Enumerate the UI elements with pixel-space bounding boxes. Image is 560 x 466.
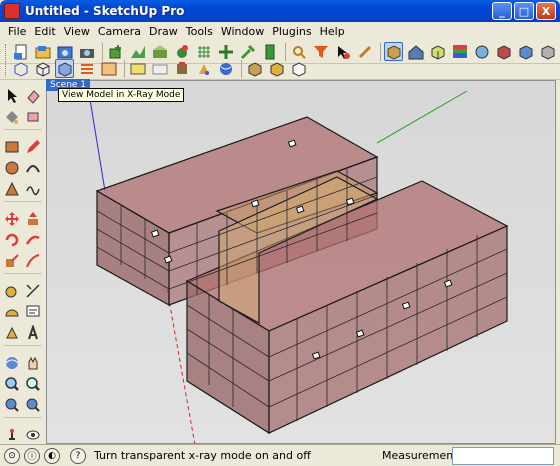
menu-camera[interactable]: Camera [94, 25, 145, 38]
select-arrow-icon[interactable] [2, 86, 21, 106]
minimize-button[interactable]: _ [492, 2, 512, 20]
cube-light-icon[interactable] [289, 59, 308, 78]
views-toolbar [0, 58, 560, 80]
menu-window[interactable]: Window [217, 25, 268, 38]
building-model[interactable] [95, 116, 509, 435]
credits-icon[interactable]: ⓘ [24, 447, 40, 464]
xray-tooltip: View Model in X-Ray Mode [58, 88, 185, 102]
cube-wire-icon[interactable] [33, 59, 52, 78]
status-bar: ⊙ ⓘ ◐ ? Turn transparent x-ray mode on a… [0, 444, 560, 466]
rectangle-icon[interactable] [2, 137, 21, 157]
menu-view[interactable]: View [60, 25, 94, 38]
pan-hand-icon[interactable] [23, 353, 42, 373]
xray-icon[interactable] [11, 59, 30, 78]
close-button[interactable]: X [536, 2, 556, 20]
photo-icon[interactable] [128, 59, 147, 78]
lines-icon[interactable] [77, 59, 96, 78]
sphere-icon[interactable] [216, 59, 235, 78]
cube-ball-icon[interactable] [245, 59, 264, 78]
dimension-icon[interactable] [23, 281, 42, 301]
pencil-icon[interactable] [23, 137, 42, 157]
user-icon[interactable]: ◐ [44, 447, 60, 464]
menu-help[interactable]: Help [316, 25, 349, 38]
sketchup-logo-icon [4, 3, 20, 19]
measurements-label: Measurements [382, 449, 464, 462]
geo-location-icon[interactable]: ⊙ [4, 447, 20, 464]
help-icon[interactable]: ? [70, 447, 86, 464]
cube-rotate-icon[interactable] [267, 59, 286, 78]
measurements-input[interactable] [452, 446, 554, 465]
menu-draw[interactable]: Draw [145, 25, 182, 38]
position-camera-icon[interactable] [2, 425, 21, 445]
maximize-button[interactable]: □ [514, 2, 534, 20]
paint-bucket-icon[interactable] [2, 107, 21, 127]
rotate-tool-icon[interactable] [2, 230, 21, 250]
offset-icon[interactable] [23, 251, 42, 271]
polygon-icon[interactable] [2, 179, 21, 199]
look-around-icon[interactable] [23, 425, 42, 445]
status-hint: Turn transparent x-ray mode on and off [94, 449, 311, 462]
green-axis [376, 90, 468, 144]
xray-mode-icon[interactable] [55, 59, 74, 78]
menu-file[interactable]: File [4, 25, 30, 38]
calendar-icon[interactable] [99, 59, 118, 78]
layers-icon[interactable] [172, 59, 191, 78]
tape-measure-icon[interactable] [2, 281, 21, 301]
rotate-icon[interactable] [194, 59, 213, 78]
circle-icon[interactable] [2, 158, 21, 178]
window-title: Untitled - SketchUp Pro [25, 4, 185, 18]
menu-edit[interactable]: Edit [30, 25, 59, 38]
move-icon[interactable] [2, 209, 21, 229]
zoom-window-icon[interactable] [23, 374, 42, 394]
drawing-area[interactable] [46, 80, 556, 444]
folder-icon[interactable] [150, 59, 169, 78]
previous-view-icon[interactable] [23, 395, 42, 415]
protractor-icon[interactable] [2, 302, 21, 322]
push-pull-icon[interactable] [23, 209, 42, 229]
zoom-extents-icon[interactable] [2, 395, 21, 415]
text-icon[interactable] [23, 302, 42, 322]
axes-icon[interactable] [2, 323, 21, 343]
freehand-icon[interactable] [23, 179, 42, 199]
orbit-icon[interactable] [2, 353, 21, 373]
toolbar-grip[interactable] [5, 60, 8, 77]
eraser-pink-icon[interactable] [23, 107, 42, 127]
menu-plugins[interactable]: Plugins [268, 25, 315, 38]
follow-me-icon[interactable] [23, 230, 42, 250]
arc-icon[interactable] [23, 158, 42, 178]
zoom-tool-icon[interactable] [2, 374, 21, 394]
menu-tools[interactable]: Tools [182, 25, 217, 38]
scale-icon[interactable] [2, 251, 21, 271]
menu-bar: File Edit View Camera Draw Tools Window … [0, 22, 560, 40]
3d-text-icon[interactable] [23, 323, 42, 343]
eraser-icon[interactable] [23, 86, 42, 106]
title-bar: Untitled - SketchUp Pro _ □ X [0, 0, 560, 22]
large-tool-set [0, 84, 46, 464]
